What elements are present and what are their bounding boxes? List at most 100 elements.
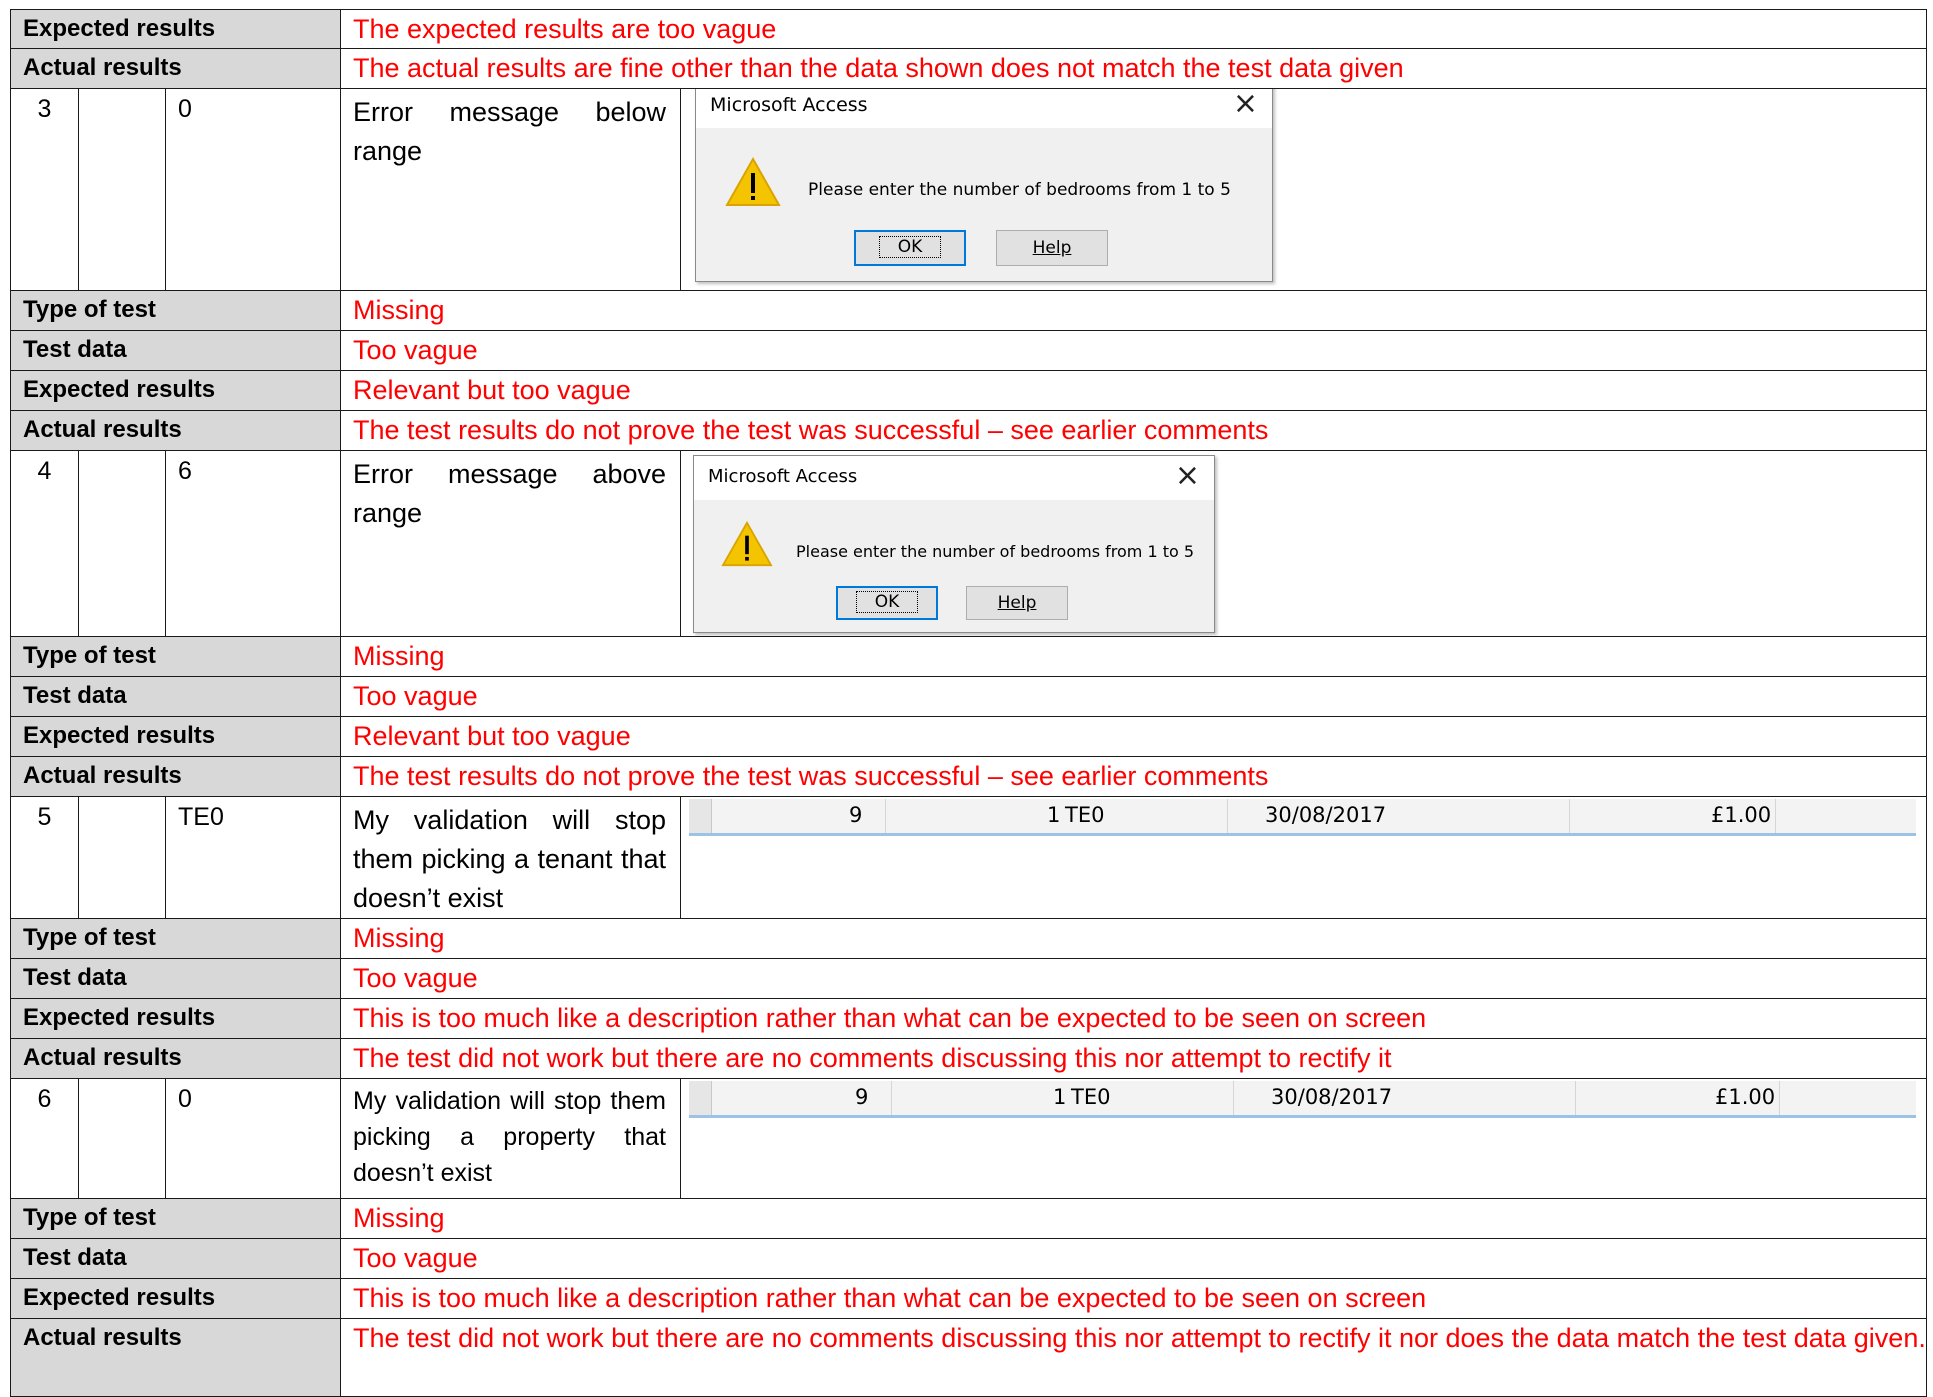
test-description: My validation will stop them picking a t… — [340, 796, 682, 919]
dialog-title: Microsoft Access — [710, 94, 868, 116]
criteria-row: Expected results This is too much like a… — [9, 1278, 1928, 1319]
criteria-row: Test data Too vague — [9, 1238, 1928, 1279]
column-divider — [1575, 1081, 1577, 1115]
row-label: Test data — [9, 330, 342, 371]
feedback-comment: Missing — [340, 1198, 1928, 1239]
test-data-value: 0 — [164, 88, 342, 291]
dialog-message: Please enter the number of bedrooms from… — [808, 180, 1231, 200]
test-plan-table: Expected results The expected results ar… — [9, 9, 1928, 1397]
feedback-comment: The actual results are fine other than t… — [340, 48, 1928, 89]
row-label: Expected results — [9, 998, 342, 1039]
column-divider — [1569, 799, 1571, 833]
test-number: 3 — [10, 88, 79, 291]
test-description: Error message above range — [340, 450, 682, 637]
row-label: Type of test — [9, 290, 342, 331]
warning-icon — [721, 520, 773, 567]
test-data-value: 6 — [164, 450, 342, 637]
dialog-message: Please enter the number of bedrooms from… — [796, 542, 1195, 561]
row-label: Expected results — [9, 370, 342, 411]
test-row: 6 0 My validation will stop them picking… — [10, 1078, 1928, 1199]
record-selector[interactable] — [689, 1081, 713, 1115]
datasheet-id[interactable]: 9 — [855, 1085, 868, 1109]
feedback-comment: This is too much like a description rath… — [340, 998, 1928, 1039]
close-icon[interactable]: × — [1175, 458, 1200, 493]
row-label: Type of test — [9, 918, 342, 959]
dialog-title: Microsoft Access — [708, 466, 858, 487]
datasheet-date[interactable]: 30/08/2017 — [1271, 1085, 1392, 1109]
row-label: Test data — [9, 1238, 342, 1279]
column-divider — [1233, 1081, 1235, 1115]
criteria-row: Actual results The test did not work but… — [9, 1038, 1928, 1079]
feedback-row: Actual results The actual results are fi… — [9, 48, 1928, 89]
feedback-comment: The test results do not prove the test w… — [340, 756, 1928, 797]
column-divider — [1779, 1081, 1781, 1115]
test-description: My validation will stop them picking a p… — [340, 1078, 682, 1199]
feedback-comment: Too vague — [340, 676, 1928, 717]
criteria-row: Type of test Missing — [9, 636, 1928, 677]
row-label: Test data — [9, 676, 342, 717]
feedback-comment: Relevant but too vague — [340, 716, 1928, 757]
datasheet-amount[interactable]: £1.00 — [1715, 1085, 1775, 1109]
test-row: 5 TE0 My validation will stop them picki… — [10, 796, 1928, 919]
datasheet-property[interactable]: 1 — [1047, 803, 1060, 827]
row-label: Actual results — [9, 756, 342, 797]
ok-label: OK — [878, 236, 942, 258]
datasheet-amount[interactable]: £1.00 — [1711, 803, 1771, 827]
test-number: 6 — [10, 1078, 79, 1199]
test-number: 4 — [10, 450, 79, 637]
screenshot-cell: Microsoft Access × Please enter the numb… — [680, 450, 1928, 637]
feedback-row: Expected results The expected results ar… — [9, 9, 1928, 49]
test-row: 4 6 Error message above range Microsoft … — [10, 450, 1928, 637]
datasheet-tenant[interactable]: TE0 — [1071, 1085, 1110, 1109]
datasheet-date[interactable]: 30/08/2017 — [1265, 803, 1386, 827]
column-divider — [891, 1081, 893, 1115]
datasheet-tenant[interactable]: TE0 — [1065, 803, 1104, 827]
row-label: Test data — [9, 958, 342, 999]
access-dialog: Microsoft Access × Please enter the numb… — [693, 455, 1216, 633]
feedback-comment: The test did not work but there are no c… — [340, 1038, 1928, 1079]
feedback-comment: Too vague — [340, 1238, 1928, 1279]
feedback-comment: Too vague — [340, 958, 1928, 999]
criteria-row: Actual results The test results do not p… — [9, 756, 1928, 797]
dialog-body: Please enter the number of bedrooms from… — [694, 500, 1215, 632]
dialog-body: Please enter the number of bedrooms from… — [696, 128, 1273, 281]
help-button[interactable]: Help — [966, 586, 1069, 620]
row-label: Actual results — [9, 1318, 342, 1397]
ok-button[interactable]: OK — [836, 586, 939, 620]
help-button[interactable]: Help — [996, 230, 1109, 266]
column-divider — [1775, 799, 1777, 833]
criteria-row: Test data Too vague — [9, 330, 1928, 371]
screenshot-cell: 9 1 TE0 30/08/2017 £1.00 — [680, 796, 1928, 919]
datasheet-row: 9 1 TE0 30/08/2017 £1.00 — [689, 799, 1917, 836]
row-label: Type of test — [9, 636, 342, 677]
criteria-row: Type of test Missing — [9, 1198, 1928, 1239]
ok-button[interactable]: OK — [854, 230, 967, 266]
row-label: Actual results — [9, 48, 342, 89]
criteria-row: Type of test Missing — [9, 918, 1928, 959]
close-icon[interactable]: × — [1233, 90, 1258, 122]
test-number: 5 — [10, 796, 79, 919]
row-label: Expected results — [9, 9, 342, 49]
screenshot-cell: Microsoft Access × Please enter the numb… — [680, 88, 1928, 291]
test-row: 3 0 Error message below range Microsoft … — [10, 88, 1928, 291]
criteria-row: Test data Too vague — [9, 958, 1928, 999]
datasheet-id[interactable]: 9 — [849, 803, 862, 827]
feedback-comment: Too vague — [340, 330, 1928, 371]
empty-cell — [78, 796, 166, 919]
empty-cell — [78, 450, 166, 637]
feedback-comment: This is too much like a description rath… — [340, 1278, 1928, 1319]
record-selector[interactable] — [689, 799, 713, 833]
row-label: Actual results — [9, 410, 342, 451]
test-data-value: 0 — [164, 1078, 342, 1199]
test-description: Error message below range — [340, 88, 682, 291]
row-label: Expected results — [9, 1278, 342, 1319]
criteria-row: Actual results The test results do not p… — [9, 410, 1928, 451]
feedback-comment: Missing — [340, 290, 1928, 331]
feedback-comment: The test results do not prove the test w… — [340, 410, 1928, 451]
document-page: Expected results The expected results ar… — [0, 0, 1933, 1397]
feedback-comment: The test did not work but there are no c… — [340, 1318, 1928, 1397]
row-label: Expected results — [9, 716, 342, 757]
column-divider — [885, 799, 887, 833]
datasheet-property[interactable]: 1 — [1053, 1085, 1066, 1109]
screenshot-cell: 9 1 TE0 30/08/2017 £1.00 — [680, 1078, 1928, 1199]
